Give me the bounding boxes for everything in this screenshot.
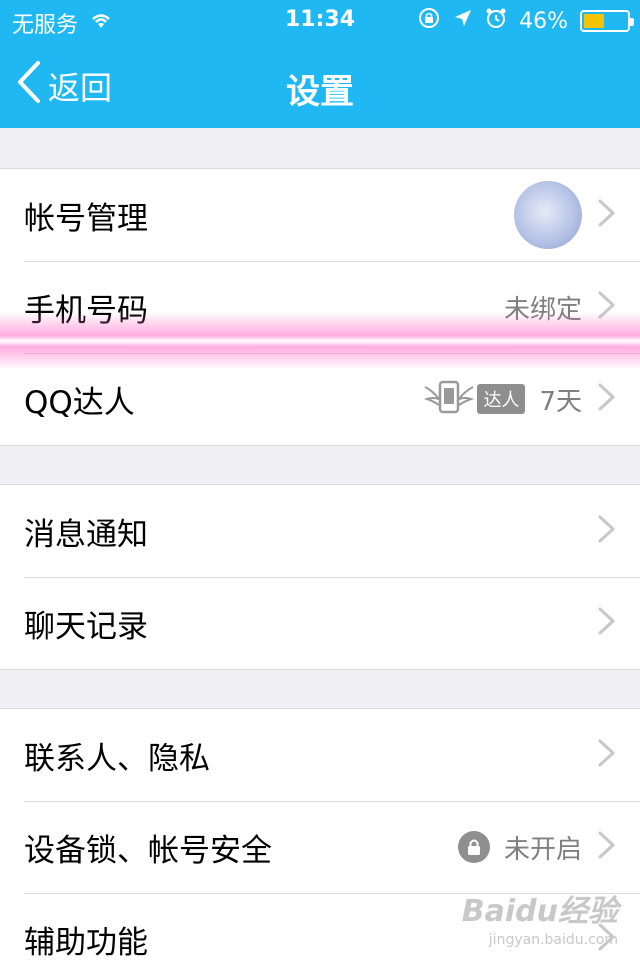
row-label: 聊天记录 [24,608,148,645]
chevron-right-icon [596,829,618,865]
row-value: 未开启 [503,834,582,865]
row-label: 消息通知 [24,516,148,553]
settings-row-contacts-privacy[interactable]: 联系人、隐私 [0,709,640,801]
settings-row-qq-daren[interactable]: QQ达人 达人 7天 [0,353,640,445]
watermark-sub: jingyan.baidu.com [488,932,618,948]
page-title: 设置 [286,72,354,112]
row-label: QQ达人 [24,384,135,421]
chevron-right-icon [596,513,618,549]
winged-phone-icon [423,379,475,419]
alarm-icon [485,7,507,35]
settings-row-notifications[interactable]: 消息通知 [0,485,640,577]
nav-bar: 返回 设置 [0,50,640,120]
chevron-right-icon [596,605,618,641]
settings-row-phone-number[interactable]: 手机号码 未绑定 [0,261,640,353]
lock-icon [457,831,490,863]
chevron-right-icon [596,197,618,233]
location-icon [453,8,473,34]
row-label: 辅助功能 [24,924,148,960]
settings-row-chat-history[interactable]: 聊天记录 [0,577,640,669]
row-label: 设备锁、帐号安全 [24,832,272,869]
header-bar: 无服务 11:34 46% 返回 设置 [0,0,640,128]
settings-row-account-management[interactable]: 帐号管理 [0,169,640,261]
daren-tag: 达人 [477,384,526,414]
orientation-lock-icon [417,6,441,36]
settings-group-account: 帐号管理 手机号码 未绑定 QQ达人 达人 7天 [0,168,640,446]
status-bar: 无服务 11:34 46% [0,0,640,40]
battery-icon [580,10,634,32]
battery-percent: 46% [519,8,568,34]
chevron-right-icon [596,737,618,773]
row-value: 7天 [539,386,582,417]
settings-row-device-lock[interactable]: 设备锁、帐号安全 未开启 [0,801,640,893]
avatar [514,181,582,249]
daren-badge: 达人 [423,379,526,419]
chevron-right-icon [596,381,618,417]
row-value: 未绑定 [503,294,582,325]
watermark-text: Baidu经验 [461,894,618,929]
row-label: 帐号管理 [24,200,148,237]
row-label: 联系人、隐私 [24,740,210,777]
row-label: 手机号码 [24,292,148,329]
chevron-right-icon [596,289,618,325]
settings-group-messages: 消息通知 聊天记录 [0,484,640,670]
